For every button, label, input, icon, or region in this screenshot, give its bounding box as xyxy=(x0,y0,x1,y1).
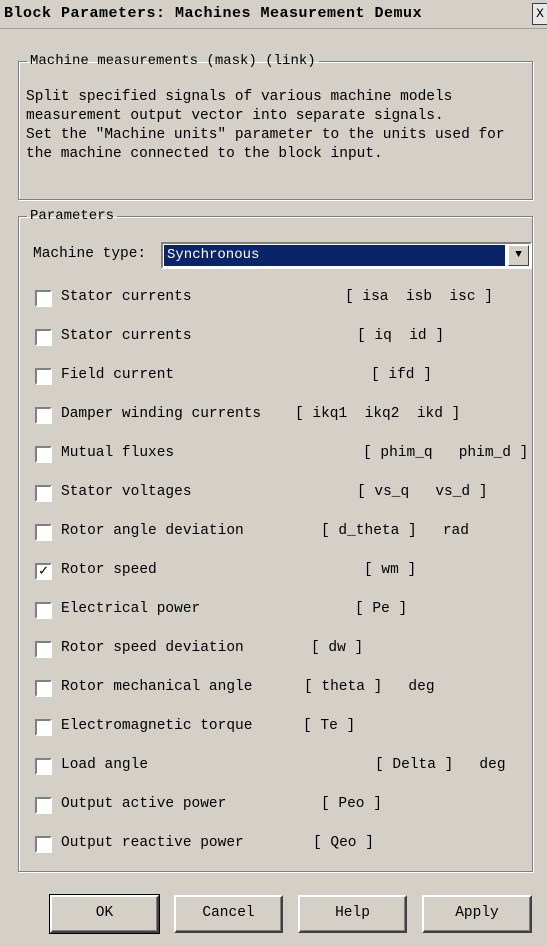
checkbox-rotor-angle-deviation[interactable] xyxy=(35,524,52,541)
checkbox-load-angle[interactable] xyxy=(35,758,52,775)
cancel-button[interactable]: Cancel xyxy=(174,895,283,933)
checkbox-field-current[interactable] xyxy=(35,368,52,385)
checkbox-electrical-power[interactable] xyxy=(35,602,52,619)
checkbox-rotor-mechanical-angle[interactable] xyxy=(35,680,52,697)
checkbox-output-active-power[interactable] xyxy=(35,797,52,814)
param-signal: [ iq id ] xyxy=(357,328,445,344)
param-signal: [ Qeo ] xyxy=(313,835,374,851)
chevron-down-icon: ▼ xyxy=(515,249,522,261)
title-bar[interactable]: Block Parameters: Machines Measurement D… xyxy=(0,0,547,29)
param-label: Electrical power xyxy=(61,601,201,617)
close-button[interactable]: X xyxy=(532,3,547,25)
checkbox-damper-winding-currents[interactable] xyxy=(35,407,52,424)
checkbox-stator-currents-qd[interactable] xyxy=(35,329,52,346)
param-label: Rotor speed deviation xyxy=(61,640,244,656)
close-icon: X xyxy=(536,6,544,21)
param-signal: [ phim_q phim_d ] xyxy=(363,445,529,461)
machine-type-select[interactable]: Synchronous ▼ xyxy=(161,242,532,269)
param-row-load-angle: Load angle [ Delta ] deg xyxy=(33,755,533,779)
description-group-legend: Machine measurements (mask) (link) xyxy=(30,53,316,69)
param-label: Rotor mechanical angle xyxy=(61,679,253,695)
param-row-stator-currents-abc: Stator currents [ isa isb isc ] xyxy=(33,287,533,311)
dialog-window: Block Parameters: Machines Measurement D… xyxy=(0,0,547,946)
param-signal: [ vs_q vs_d ] xyxy=(357,484,488,500)
param-row-stator-currents-qd: Stator currents [ iq id ] xyxy=(33,326,533,350)
param-row-electrical-power: Electrical power [ Pe ] xyxy=(33,599,533,623)
param-signal: [ Te ] xyxy=(303,718,356,734)
param-label: Stator currents xyxy=(61,289,192,305)
param-label: Electromagnetic torque xyxy=(61,718,253,734)
block-description: Split specified signals of various machi… xyxy=(26,89,505,162)
param-row-stator-voltages: Stator voltages [ vs_q vs_d ] xyxy=(33,482,533,506)
param-signal: [ ikq1 ikq2 ikd ] xyxy=(295,406,461,422)
help-button[interactable]: Help xyxy=(298,895,407,933)
machine-type-label: Machine type: xyxy=(33,246,147,262)
param-label: Stator currents xyxy=(61,328,192,344)
checkbox-electromagnetic-torque[interactable] xyxy=(35,719,52,736)
param-row-rotor-angle-deviation: Rotor angle deviation [ d_theta ] rad xyxy=(33,521,533,545)
param-signal: [ d_theta ] rad xyxy=(321,523,469,539)
param-label: Rotor angle deviation xyxy=(61,523,244,539)
param-signal: [ Pe ] xyxy=(355,601,408,617)
param-row-rotor-mechanical-angle: Rotor mechanical angle [ theta ] deg xyxy=(33,677,533,701)
ok-button[interactable]: OK xyxy=(49,894,160,934)
param-row-electromagnetic-torque: Electromagnetic torque [ Te ] xyxy=(33,716,533,740)
param-signal: [ Peo ] xyxy=(321,796,382,812)
apply-button[interactable]: Apply xyxy=(422,895,532,933)
checkbox-mutual-fluxes[interactable] xyxy=(35,446,52,463)
param-row-damper-winding-currents: Damper winding currents [ ikq1 ikq2 ikd … xyxy=(33,404,533,428)
checkbox-stator-voltages[interactable] xyxy=(35,485,52,502)
param-label: Stator voltages xyxy=(61,484,192,500)
param-signal: [ dw ] xyxy=(311,640,364,656)
checkmark-icon: ✓ xyxy=(38,563,49,580)
param-row-field-current: Field current [ ifd ] xyxy=(33,365,533,389)
param-label: Damper winding currents xyxy=(61,406,262,422)
checkbox-rotor-speed-deviation[interactable] xyxy=(35,641,52,658)
param-signal: [ Delta ] deg xyxy=(375,757,506,773)
param-label: Output active power xyxy=(61,796,227,812)
machine-type-value: Synchronous xyxy=(164,245,505,266)
param-row-mutual-fluxes: Mutual fluxes [ phim_q phim_d ] xyxy=(33,443,533,467)
param-row-output-active-power: Output active power [ Peo ] xyxy=(33,794,533,818)
param-row-rotor-speed-deviation: Rotor speed deviation [ dw ] xyxy=(33,638,533,662)
param-label: Field current xyxy=(61,367,175,383)
param-signal: [ ifd ] xyxy=(371,367,432,383)
param-signal: [ theta ] deg xyxy=(304,679,435,695)
parameters-group-legend: Parameters xyxy=(30,208,115,224)
checkbox-stator-currents-abc[interactable] xyxy=(35,290,52,307)
param-label: Rotor speed xyxy=(61,562,157,578)
param-signal: [ wm ] xyxy=(364,562,417,578)
param-signal: [ isa isb isc ] xyxy=(345,289,493,305)
param-label: Mutual fluxes xyxy=(61,445,175,461)
checkbox-rotor-speed[interactable]: ✓ xyxy=(35,563,52,580)
checkbox-output-reactive-power[interactable] xyxy=(35,836,52,853)
param-row-rotor-speed: ✓ Rotor speed [ wm ] xyxy=(33,560,533,584)
param-row-output-reactive-power: Output reactive power [ Qeo ] xyxy=(33,833,533,857)
window-title: Block Parameters: Machines Measurement D… xyxy=(4,5,423,22)
param-label: Load angle xyxy=(61,757,149,773)
dropdown-arrow-button[interactable]: ▼ xyxy=(508,245,529,266)
param-label: Output reactive power xyxy=(61,835,244,851)
